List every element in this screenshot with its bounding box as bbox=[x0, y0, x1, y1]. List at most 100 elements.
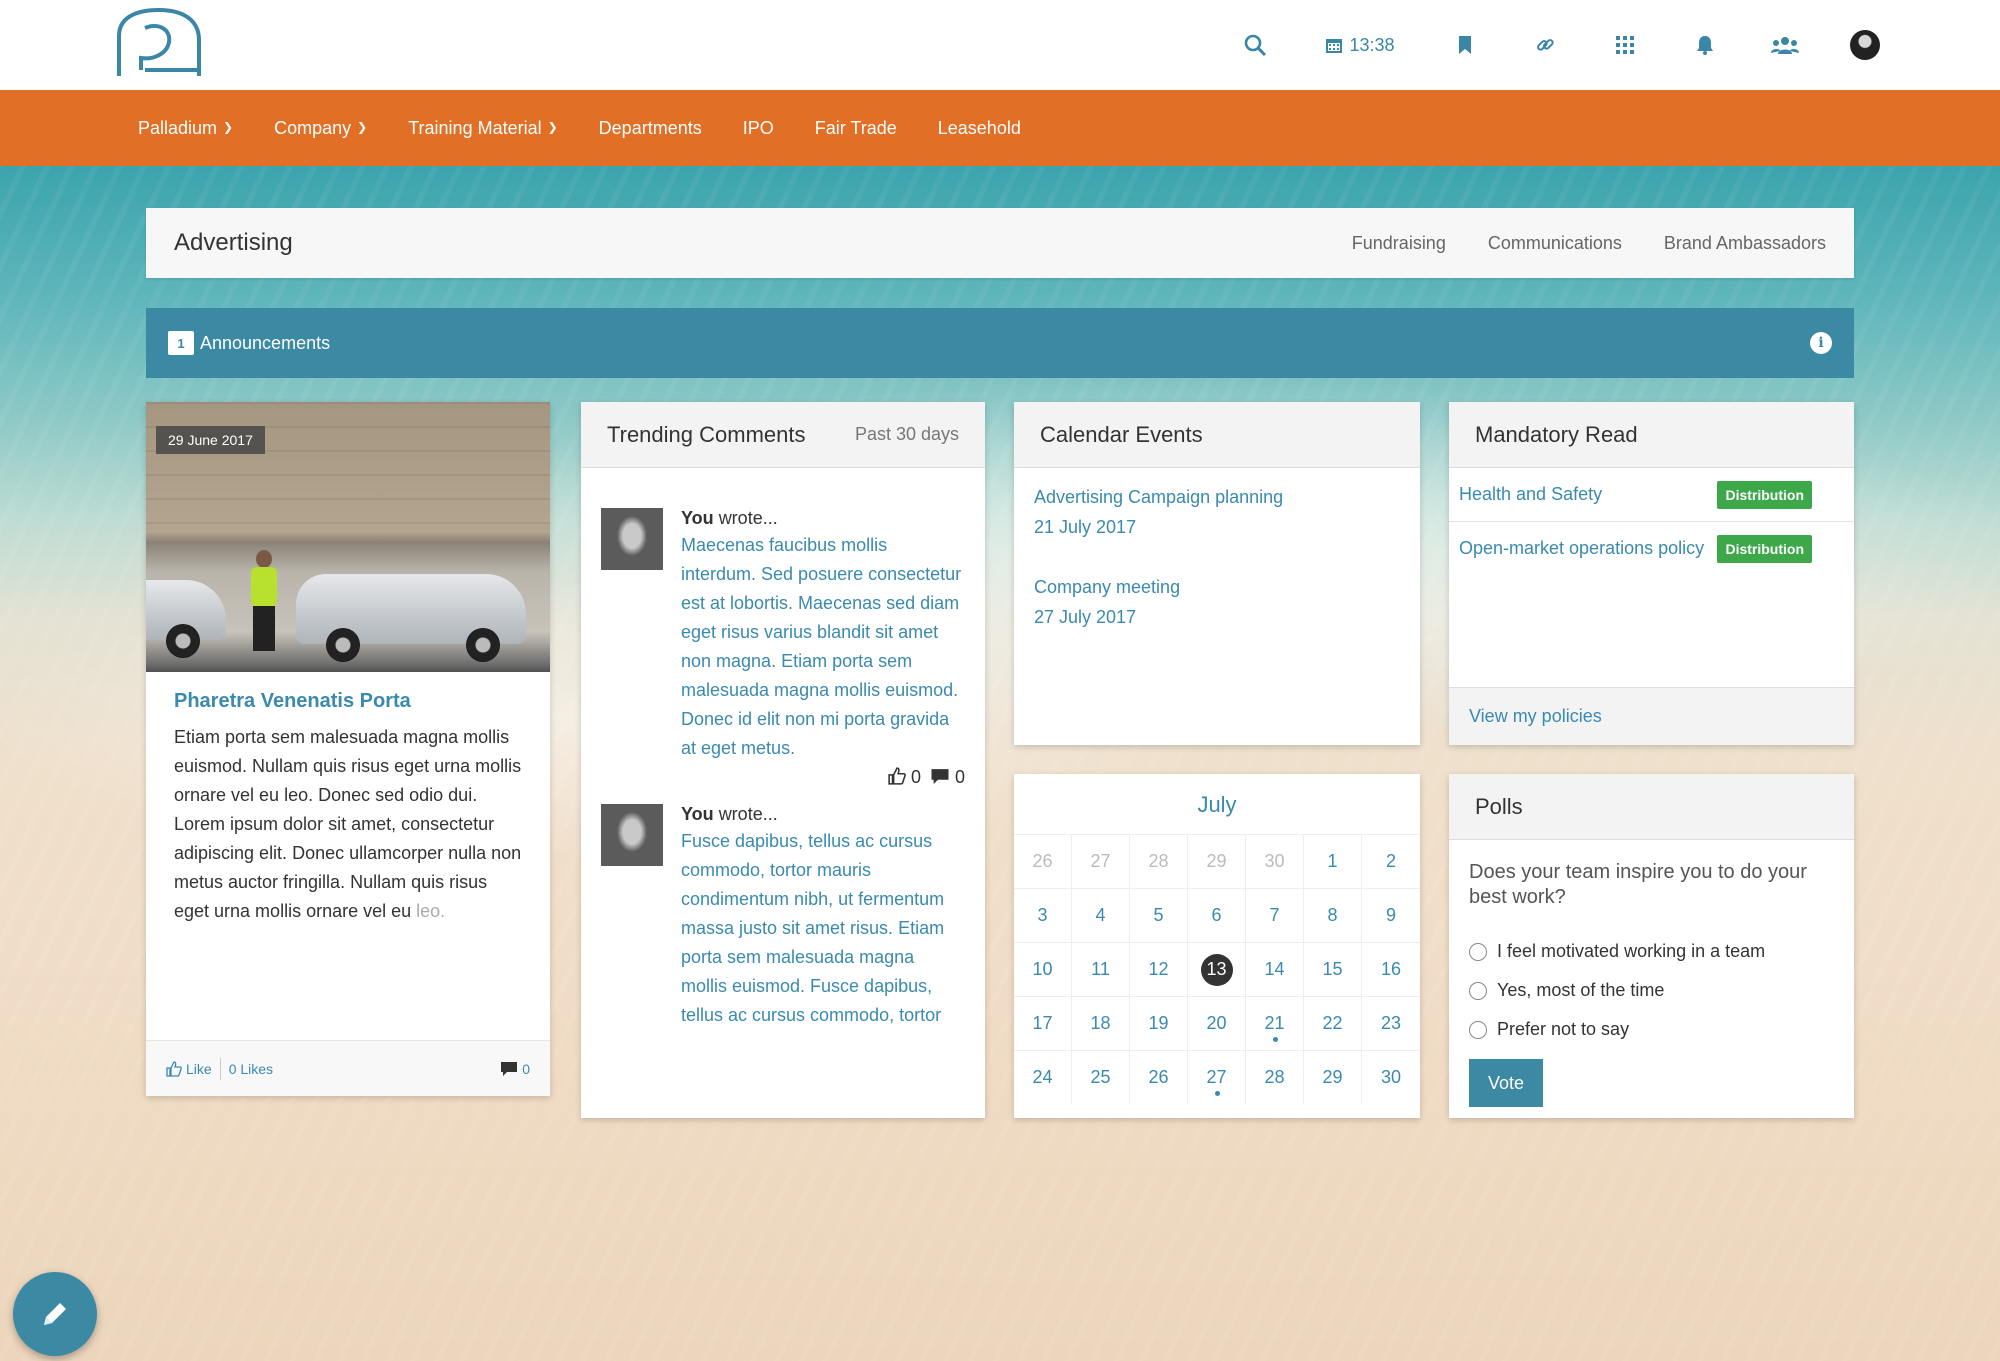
main-nav: Palladium ❯ Company ❯ Training Material ❯ D… bbox=[0, 90, 2000, 166]
day-number: 24 bbox=[1032, 1067, 1053, 1087]
poll-option[interactable]: Yes, most of the time bbox=[1469, 971, 1834, 1010]
people-icon[interactable] bbox=[1745, 0, 1825, 90]
calendar-day[interactable]: 6 bbox=[1188, 888, 1246, 942]
day-number: 13 bbox=[1200, 953, 1233, 986]
calendar-day[interactable]: 10 bbox=[1014, 942, 1072, 996]
calendar-day[interactable]: 11 bbox=[1072, 942, 1130, 996]
comment-text[interactable]: Fusce dapibus, tellus ac cursus commodo,… bbox=[681, 827, 965, 1030]
like-button[interactable]: Like bbox=[186, 1061, 212, 1077]
calendar-day[interactable]: 21 bbox=[1246, 996, 1304, 1050]
bookmark-icon[interactable] bbox=[1425, 0, 1505, 90]
announcements-bar[interactable]: 1 Announcements i bbox=[146, 308, 1854, 378]
calendar-day[interactable]: 28 bbox=[1246, 1050, 1304, 1104]
link-icon[interactable] bbox=[1505, 0, 1585, 90]
elephant-logo[interactable] bbox=[115, 7, 205, 78]
nav-item-departments[interactable]: Departments bbox=[599, 118, 702, 139]
calendar-day[interactable]: 26 bbox=[1130, 1050, 1188, 1104]
calendar-day[interactable]: 4 bbox=[1072, 888, 1130, 942]
thumbs-up-icon[interactable] bbox=[888, 767, 906, 785]
photo-person bbox=[251, 567, 277, 607]
edit-fab-button[interactable] bbox=[13, 1272, 97, 1356]
nav-label: Palladium bbox=[138, 117, 218, 138]
calendar-day[interactable]: 22 bbox=[1304, 996, 1362, 1050]
calendar-day[interactable]: 8 bbox=[1304, 888, 1362, 942]
policy-title[interactable]: Open-market operations policy bbox=[1459, 534, 1717, 563]
calendar-day[interactable]: 24 bbox=[1014, 1050, 1072, 1104]
trending-comments-card: Trending Comments Past 30 days You wrote… bbox=[581, 402, 985, 1118]
card-title: Trending Comments bbox=[607, 421, 806, 447]
calendar-day[interactable]: 26 bbox=[1014, 834, 1072, 888]
calendar-day[interactable]: 2 bbox=[1362, 834, 1420, 888]
radio-button[interactable] bbox=[1469, 942, 1487, 961]
month-label[interactable]: July bbox=[1014, 774, 1420, 834]
nav-item-leasehold[interactable]: Leasehold bbox=[938, 118, 1021, 139]
calendar-day[interactable]: 30 bbox=[1362, 1050, 1420, 1104]
calendar-day[interactable]: 12 bbox=[1130, 942, 1188, 996]
comments-count[interactable]: 0 bbox=[522, 1061, 530, 1077]
view-policies-link[interactable]: View my policies bbox=[1449, 687, 1854, 745]
comment-author[interactable]: You bbox=[681, 508, 714, 528]
info-icon[interactable]: i bbox=[1810, 332, 1832, 354]
comment-author[interactable]: You bbox=[681, 804, 714, 824]
user-avatar[interactable] bbox=[1850, 30, 1880, 60]
calendar-day[interactable]: 29 bbox=[1188, 834, 1246, 888]
bell-icon[interactable] bbox=[1665, 0, 1745, 90]
poll-option[interactable]: Prefer not to say bbox=[1469, 1010, 1834, 1049]
calendar-day[interactable]: 25 bbox=[1072, 1050, 1130, 1104]
apps-grid-icon[interactable] bbox=[1585, 0, 1665, 90]
policy-title[interactable]: Health and Safety bbox=[1459, 480, 1717, 509]
calendar-day[interactable]: 23 bbox=[1362, 996, 1420, 1050]
calendar-day[interactable]: 27 bbox=[1072, 834, 1130, 888]
event-item[interactable]: Advertising Campaign planning 21 July 20… bbox=[1034, 482, 1400, 542]
calendar-day[interactable]: 3 bbox=[1014, 888, 1072, 942]
calendar-day[interactable]: 19 bbox=[1130, 996, 1188, 1050]
news-text-main: Etiam porta sem malesuada magna mollis e… bbox=[174, 727, 522, 921]
event-item[interactable]: Company meeting 27 July 2017 bbox=[1034, 572, 1400, 632]
likes-count[interactable]: 0 Likes bbox=[229, 1061, 273, 1077]
calendar-day[interactable]: 16 bbox=[1362, 942, 1420, 996]
subnav-brand-ambassadors[interactable]: Brand Ambassadors bbox=[1664, 233, 1826, 254]
commenter-avatar[interactable] bbox=[601, 508, 663, 570]
calendar-day[interactable]: 13 bbox=[1188, 942, 1246, 996]
comment-text[interactable]: Maecenas faucibus mollis interdum. Sed p… bbox=[681, 531, 965, 763]
nav-item-training-material[interactable]: Training Material ❯ bbox=[408, 118, 557, 139]
calendar-time-button[interactable]: 13:38 bbox=[1295, 0, 1425, 90]
commenter-avatar[interactable] bbox=[601, 804, 663, 866]
calendar-day[interactable]: 29 bbox=[1304, 1050, 1362, 1104]
calendar-day[interactable]: 14 bbox=[1246, 942, 1304, 996]
nav-item-company[interactable]: Company ❯ bbox=[274, 118, 367, 139]
calendar-day[interactable]: 7 bbox=[1246, 888, 1304, 942]
calendar-day[interactable]: 27 bbox=[1188, 1050, 1246, 1104]
day-number: 5 bbox=[1153, 905, 1164, 925]
poll-option[interactable]: I feel motivated working in a team bbox=[1469, 932, 1834, 971]
poll-question: Does your team inspire you to do your be… bbox=[1469, 861, 1807, 908]
calendar-day[interactable]: 9 bbox=[1362, 888, 1420, 942]
calendar-events-card: Calendar Events Advertising Campaign pla… bbox=[1014, 402, 1420, 745]
calendar-day[interactable]: 18 bbox=[1072, 996, 1130, 1050]
news-title[interactable]: Pharetra Venenatis Porta bbox=[174, 690, 522, 713]
search-icon[interactable] bbox=[1215, 0, 1295, 90]
calendar-day[interactable]: 30 bbox=[1246, 834, 1304, 888]
day-number: 6 bbox=[1211, 905, 1222, 925]
calendar-day[interactable]: 17 bbox=[1014, 996, 1072, 1050]
nav-item-palladium[interactable]: Palladium ❯ bbox=[138, 118, 233, 139]
comment-likes: 0 bbox=[910, 767, 921, 787]
calendar-day[interactable]: 5 bbox=[1130, 888, 1188, 942]
calendar-day[interactable]: 15 bbox=[1304, 942, 1362, 996]
news-card: 29 June 2017 Pharetra Venenatis Porta Et… bbox=[146, 402, 550, 1096]
calendar-day[interactable]: 1 bbox=[1304, 834, 1362, 888]
card-title: Calendar Events bbox=[1040, 421, 1203, 447]
calendar-day[interactable]: 20 bbox=[1188, 996, 1246, 1050]
news-photo[interactable]: 29 June 2017 bbox=[146, 402, 550, 672]
vote-button[interactable]: Vote bbox=[1469, 1059, 1543, 1107]
subnav-fundraising[interactable]: Fundraising bbox=[1352, 233, 1446, 254]
poll-option-label: I feel motivated working in a team bbox=[1497, 941, 1766, 961]
calendar-day[interactable]: 28 bbox=[1130, 834, 1188, 888]
period-filter[interactable]: Past 30 days bbox=[855, 424, 959, 445]
comment-icon[interactable] bbox=[930, 768, 950, 785]
radio-button[interactable] bbox=[1469, 981, 1487, 1000]
radio-button[interactable] bbox=[1469, 1020, 1487, 1039]
subnav-communications[interactable]: Communications bbox=[1488, 233, 1622, 254]
nav-item-fair-trade[interactable]: Fair Trade bbox=[815, 118, 897, 139]
nav-item-ipo[interactable]: IPO bbox=[743, 118, 774, 139]
